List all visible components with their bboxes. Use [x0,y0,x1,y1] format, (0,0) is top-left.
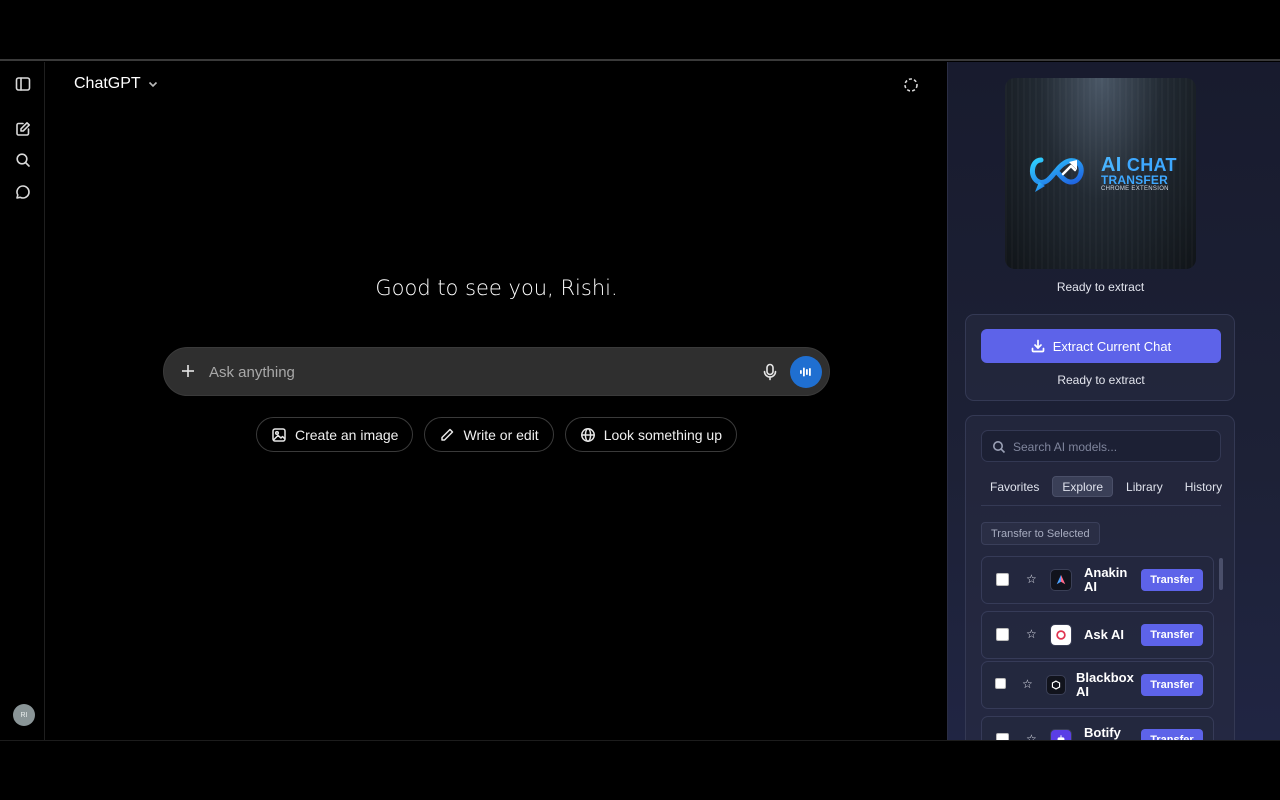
tab-history[interactable]: History [1176,476,1231,497]
botify-icon [1050,729,1072,740]
chip-write-edit[interactable]: Write or edit [424,417,554,452]
blackbox-icon [1046,675,1066,695]
model-row-anakin: ☆ Anakin AI Transfer [981,556,1214,604]
model-name: Anakin AI [1084,565,1128,594]
chip-create-image[interactable]: Create an image [255,417,414,452]
plus-icon [182,365,194,377]
extract-button-label: Extract Current Chat [1052,338,1172,354]
model-name: Botify [1084,725,1121,740]
model-tabs: Favorites Explore Library History [981,476,1222,506]
browser-bottom-bar [0,740,1280,800]
chip-label: Write or edit [463,426,539,443]
chip-look-up[interactable]: Look something up [564,417,738,452]
model-checkbox[interactable] [996,573,1009,586]
favorite-star-icon[interactable]: ☆ [1026,732,1037,740]
model-row-blackbox: ☆ Blackbox AI Transfer [981,661,1214,709]
tab-library[interactable]: Library [1117,476,1172,497]
chat-bubble-icon [16,185,30,199]
chip-label: Look something up [603,426,723,443]
chevron-down-icon [148,81,157,88]
voice-waveform-icon [800,367,811,377]
favorite-star-icon[interactable]: ☆ [1026,572,1037,586]
ask-ai-icon [1050,624,1072,646]
search-icon [993,441,1006,454]
chat-main: ChatGPT Good to see you, Rishi. Create a… [46,62,947,740]
favorite-star-icon[interactable]: ☆ [1022,677,1033,691]
anakin-icon [1050,569,1072,591]
model-list: ☆ Anakin AI Transfer ☆ Ask AI Transfer ☆ [981,556,1226,740]
chip-label: Create an image [294,426,399,443]
suggestion-chips: Create an image Write or edit Look somet… [46,417,947,452]
search-button[interactable] [11,148,35,172]
browser-top-bar [0,0,1280,61]
extension-logo: AI CHAT TRANSFER CHROME EXTENSION [1005,78,1196,269]
model-row-ask-ai: ☆ Ask AI Transfer [981,611,1214,659]
extension-panel: AI CHAT TRANSFER CHROME EXTENSION Ready … [947,62,1280,740]
tab-explore[interactable]: Explore [1052,476,1114,497]
greeting-heading: Good to see you, Rishi. [375,276,618,300]
extract-status-bottom: Ready to extract [1057,373,1145,387]
model-row-botify: ☆ Botify Transfer [981,716,1214,740]
left-rail: RI [0,62,45,740]
globe-icon [580,427,595,442]
model-search-input[interactable] [1013,437,1213,457]
transfer-button[interactable]: Transfer [1141,569,1203,591]
new-chat-button[interactable] [11,117,35,141]
attach-button[interactable] [178,361,198,381]
download-icon [1031,339,1045,353]
model-switcher[interactable]: ChatGPT [74,75,159,93]
search-icon [16,153,30,167]
temporary-chat-button[interactable] [901,75,921,95]
infinity-arrow-logo-icon [1030,157,1084,192]
model-name: ChatGPT [74,75,141,92]
new-chat-icon [16,122,30,136]
extract-current-chat-button[interactable]: Extract Current Chat [981,329,1221,363]
models-card: Favorites Explore Library History Transf… [965,415,1235,740]
composer [163,347,830,396]
model-search [981,430,1221,462]
sidebar-toggle-button[interactable] [11,72,35,96]
logo-line-2: TRANSFER [1101,173,1168,187]
temporary-chat-icon [904,78,918,92]
logo-line-3: CHROME EXTENSION [1101,186,1169,192]
microphone-icon [763,363,777,381]
model-name: Ask AI [1084,627,1124,642]
model-checkbox[interactable] [996,733,1009,740]
model-checkbox[interactable] [995,678,1006,689]
image-icon [272,427,286,442]
extract-card: Extract Current Chat Ready to extract [965,314,1235,401]
dictate-button[interactable] [759,361,781,383]
transfer-to-selected-button[interactable]: Transfer to Selected [981,522,1100,545]
prompt-input[interactable] [209,359,749,385]
sidebar-toggle-icon [15,77,31,91]
transfer-button[interactable]: Transfer [1141,624,1203,646]
model-checkbox[interactable] [996,628,1009,641]
transfer-button[interactable]: Transfer [1141,674,1203,696]
chats-button[interactable] [11,180,35,204]
tab-favorites[interactable]: Favorites [981,476,1048,497]
voice-mode-button[interactable] [790,356,822,388]
favorite-star-icon[interactable]: ☆ [1026,627,1037,641]
model-list-scrollbar[interactable] [1219,558,1223,590]
pencil-icon [441,428,454,441]
transfer-button[interactable]: Transfer [1141,729,1203,740]
model-name: Blackbox AI [1076,670,1134,699]
extract-status-top: Ready to extract [1056,280,1145,294]
avatar[interactable]: RI [13,704,35,726]
